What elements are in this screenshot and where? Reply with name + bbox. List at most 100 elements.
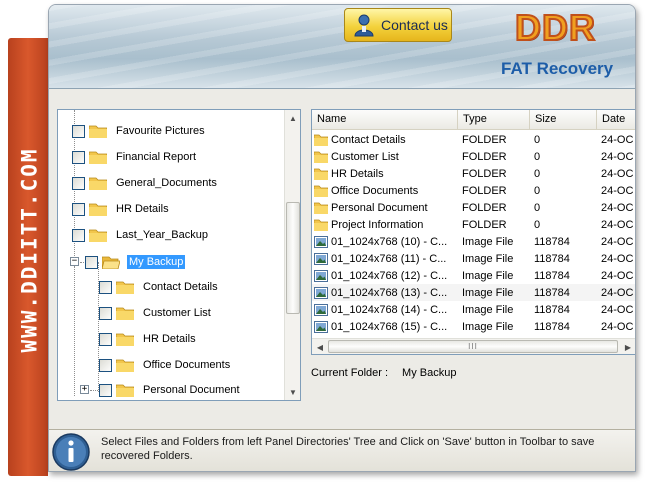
scroll-left-arrow-icon[interactable]: ◀ xyxy=(312,339,328,354)
tree-collapse-toggle[interactable]: − xyxy=(70,257,79,266)
folder-icon xyxy=(116,307,134,320)
current-folder-display: Current Folder : My Backup xyxy=(311,367,456,379)
file-name: Customer List xyxy=(331,150,399,163)
scroll-down-arrow-icon[interactable]: ▼ xyxy=(285,384,300,400)
cell-size: 118784 xyxy=(534,235,570,248)
cell-date: 24-OC xyxy=(601,150,634,163)
column-header-date[interactable]: Date xyxy=(597,110,635,130)
tree-item-hr-details[interactable]: HR Details xyxy=(72,198,171,220)
info-icon xyxy=(52,433,90,471)
cell-name: Project Information xyxy=(312,219,458,231)
tree-item-contact-details[interactable]: Contact Details xyxy=(99,276,220,298)
table-row[interactable]: Personal Document FOLDER 0 24-OC xyxy=(312,199,635,216)
image-file-icon xyxy=(314,269,328,282)
tree-checkbox[interactable] xyxy=(99,332,112,346)
file-name: Contact Details xyxy=(331,133,406,146)
cell-size: 0 xyxy=(534,150,541,163)
contact-us-label: Contact us xyxy=(381,17,448,33)
tree-item-label: My Backup xyxy=(127,255,186,269)
table-row[interactable]: 01_1024x768 (11) - C... Image File 118784 2… xyxy=(312,250,635,267)
cell-size: 118784 xyxy=(534,320,570,333)
tree-checkbox[interactable] xyxy=(72,150,85,164)
tree-expand-toggle[interactable]: + xyxy=(80,385,89,394)
directory-tree-panel[interactable]: Favourite Pictures Financial Report Gene… xyxy=(57,109,301,401)
file-list-horizontal-scrollbar[interactable]: ◀ III ▶ xyxy=(312,338,635,354)
tree-item-hr-details-sub[interactable]: HR Details xyxy=(99,328,198,350)
image-file-icon xyxy=(314,235,328,248)
tree-checkbox[interactable] xyxy=(72,228,85,242)
table-row[interactable]: 01_1024x768 (13) - C... Image File 118784 2… xyxy=(312,284,635,301)
tree-item-label: Personal Document xyxy=(143,384,240,396)
tree-checkbox[interactable] xyxy=(72,202,85,216)
tree-item-last-year-backup[interactable]: Last_Year_Backup xyxy=(72,224,210,246)
table-row[interactable]: 01_1024x768 (15) - C... Image File 118784 2… xyxy=(312,318,635,335)
tree-vertical-scrollbar[interactable]: ▲ ▼ xyxy=(284,110,300,400)
file-name: Office Documents xyxy=(331,184,419,197)
tree-guide-line xyxy=(74,266,75,396)
brand-logo: DDR xyxy=(514,6,596,49)
folder-icon xyxy=(89,125,107,138)
cell-type: Image File xyxy=(462,286,514,299)
table-row[interactable]: Project Information FOLDER 0 24-OC xyxy=(312,216,635,233)
tree-item-favourite-pictures[interactable]: Favourite Pictures xyxy=(72,120,207,142)
table-row[interactable]: 01_1024x768 (12) - C... Image File 118784 2… xyxy=(312,267,635,284)
cell-size: 0 xyxy=(534,133,541,146)
cell-name: 01_1024x768 (13) - C... xyxy=(312,286,458,299)
tree-item-label: General_Documents xyxy=(116,177,217,189)
tree-checkbox[interactable] xyxy=(99,358,112,372)
tree-checkbox[interactable] xyxy=(72,176,85,190)
scroll-up-arrow-icon[interactable]: ▲ xyxy=(285,110,300,126)
cell-size: 118784 xyxy=(534,286,570,299)
cell-date: 24-OC xyxy=(601,184,634,197)
folder-icon xyxy=(116,384,134,397)
table-row[interactable]: Office Documents FOLDER 0 24-OC xyxy=(312,182,635,199)
tree-item-customer-list[interactable]: Customer List xyxy=(99,302,213,324)
list-scroll-thumb[interactable]: III xyxy=(328,340,618,353)
file-name: Project Information xyxy=(331,218,424,231)
column-header-size[interactable]: Size xyxy=(530,110,597,130)
tree-checkbox[interactable] xyxy=(85,255,98,269)
cell-type: Image File xyxy=(462,235,514,248)
status-bar: Select Files and Folders from left Panel… xyxy=(49,429,635,471)
file-list-panel[interactable]: Name Type Size Date Contact Details FOLDE… xyxy=(311,109,635,355)
table-row[interactable]: HR Details FOLDER 0 24-OC xyxy=(312,165,635,182)
table-row[interactable]: Customer List FOLDER 0 24-OC xyxy=(312,148,635,165)
cell-type: Image File xyxy=(462,252,514,265)
cell-size: 118784 xyxy=(534,269,570,282)
column-header-name[interactable]: Name xyxy=(312,110,458,130)
cell-type: FOLDER xyxy=(462,184,507,197)
tree-item-label: Customer List xyxy=(143,307,211,319)
tree-item-office-documents[interactable]: Office Documents xyxy=(99,354,232,376)
tree-scroll-thumb[interactable] xyxy=(286,202,300,314)
tree-checkbox[interactable] xyxy=(99,306,112,320)
tree-checkbox[interactable] xyxy=(72,124,85,138)
scroll-right-arrow-icon[interactable]: ▶ xyxy=(620,339,635,354)
cell-name: 01_1024x768 (11) - C... xyxy=(312,252,458,265)
tree-branch-line xyxy=(90,390,98,391)
table-row[interactable]: Contact Details FOLDER 0 24-OC xyxy=(312,131,635,148)
folder-icon xyxy=(314,185,328,197)
cell-type: Image File xyxy=(462,269,514,282)
tree-checkbox[interactable] xyxy=(99,280,112,294)
table-row[interactable]: 01_1024x768 (14) - C... Image File 118784 2… xyxy=(312,301,635,318)
tree-item-financial-report[interactable]: Financial Report xyxy=(72,146,198,168)
tree-item-general-documents[interactable]: General_Documents xyxy=(72,172,219,194)
contact-us-button[interactable]: Contact us xyxy=(344,8,452,42)
side-banner-text-wrap: WWW.DDIITT.COM xyxy=(14,130,44,370)
file-name: 01_1024x768 (11) - C... xyxy=(331,252,447,265)
tree-item-my-backup[interactable]: My Backup xyxy=(85,251,186,273)
column-header-type[interactable]: Type xyxy=(458,110,530,130)
file-name: HR Details xyxy=(331,167,384,180)
tree-item-label: Last_Year_Backup xyxy=(116,229,208,241)
folder-icon xyxy=(314,168,328,180)
table-row[interactable]: 01_1024x768 (10) - C... Image File 118784 2… xyxy=(312,233,635,250)
cell-type: FOLDER xyxy=(462,201,507,214)
tree-item-personal-document[interactable]: Personal Document xyxy=(99,379,242,400)
tree-checkbox[interactable] xyxy=(99,383,112,397)
folder-icon xyxy=(314,202,328,214)
cell-name: Personal Document xyxy=(312,202,458,214)
cell-type: Image File xyxy=(462,320,514,333)
cell-type: FOLDER xyxy=(462,218,507,231)
app-screenshot: WWW.DDIITT.COM Contact us DDR FAT Recove… xyxy=(0,0,658,482)
folder-icon xyxy=(89,203,107,216)
